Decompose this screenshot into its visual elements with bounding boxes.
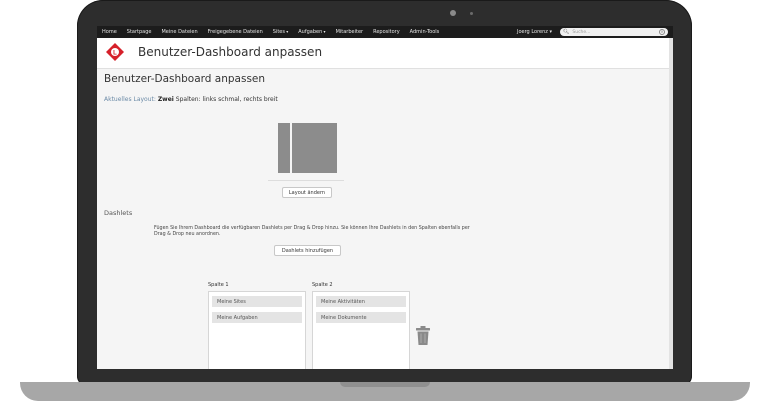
nav-home[interactable]: Home (102, 29, 117, 35)
laptop-notch (340, 382, 430, 387)
nav-people[interactable]: Mitarbeiter (336, 29, 364, 35)
layout-preview (278, 123, 337, 173)
layout-preview-wide-column (292, 123, 337, 173)
current-layout-rest: Spalten: links schmal, rechts breit (175, 96, 278, 103)
nav-shared-files[interactable]: Freigegebene Dateien (208, 29, 263, 35)
sensor-dot (470, 12, 473, 15)
column-2-dropzone[interactable]: Meine Aktivitäten Meine Dokumente (312, 291, 410, 369)
user-menu[interactable]: Joerg Lorenz ▾ (517, 29, 552, 35)
svg-text:L: L (113, 50, 117, 56)
trash-icon[interactable] (416, 326, 430, 345)
dashlet-my-sites[interactable]: Meine Sites (212, 296, 302, 307)
dashlet-my-tasks[interactable]: Meine Aufgaben (212, 312, 302, 323)
nav-startpage[interactable]: Startpage (127, 29, 152, 35)
nav-sites[interactable]: Sites (273, 29, 289, 35)
nav-admin-tools[interactable]: Admin-Tools (410, 29, 440, 35)
column-1-dropzone[interactable]: Meine Sites Meine Aufgaben (208, 291, 306, 369)
current-layout-label: Aktuelles Layout: (104, 96, 156, 103)
main-content: Benutzer-Dashboard anpassen Aktuelles La… (97, 69, 669, 369)
camera-icon (450, 10, 456, 16)
column-2-label: Spalte 2 (312, 282, 333, 288)
change-layout-button[interactable]: Layout ändern (282, 187, 332, 198)
dashlets-heading: Dashlets (104, 209, 133, 217)
laptop-base (20, 382, 750, 401)
clear-search-icon[interactable]: × (659, 29, 665, 35)
current-layout-bold: Zwei (157, 96, 174, 103)
search-placeholder: Suche... (572, 29, 591, 35)
search-icon: 🔍︎ (563, 29, 570, 35)
column-1-label: Spalte 1 (208, 282, 229, 288)
search-input[interactable]: 🔍︎ Suche... × (560, 28, 668, 36)
section-heading: Benutzer-Dashboard anpassen (104, 73, 266, 85)
page-header: L Benutzer-Dashboard anpassen (97, 38, 669, 69)
scrollbar[interactable] (669, 38, 673, 369)
divider (268, 180, 344, 181)
dashlet-my-documents[interactable]: Meine Dokumente (316, 312, 406, 323)
current-layout-text: Aktuelles Layout: Zwei Spalten: links sc… (104, 96, 278, 103)
alfresco-logo-icon: L (106, 43, 124, 61)
add-dashlets-button[interactable]: Dashlets hinzufügen (274, 245, 341, 256)
nav-repository[interactable]: Repository (373, 29, 400, 35)
screen: Home Startpage Meine Dateien Freigegeben… (97, 26, 673, 369)
nav-my-files[interactable]: Meine Dateien (161, 29, 197, 35)
top-nav: Home Startpage Meine Dateien Freigegeben… (97, 26, 673, 38)
dashlet-my-activities[interactable]: Meine Aktivitäten (316, 296, 406, 307)
layout-preview-narrow-column (278, 123, 290, 173)
page-title: Benutzer-Dashboard anpassen (138, 45, 323, 59)
dashlets-info-text: Fügen Sie Ihrem Dashboard die verfügbare… (154, 226, 470, 237)
nav-tasks[interactable]: Aufgaben (298, 29, 325, 35)
